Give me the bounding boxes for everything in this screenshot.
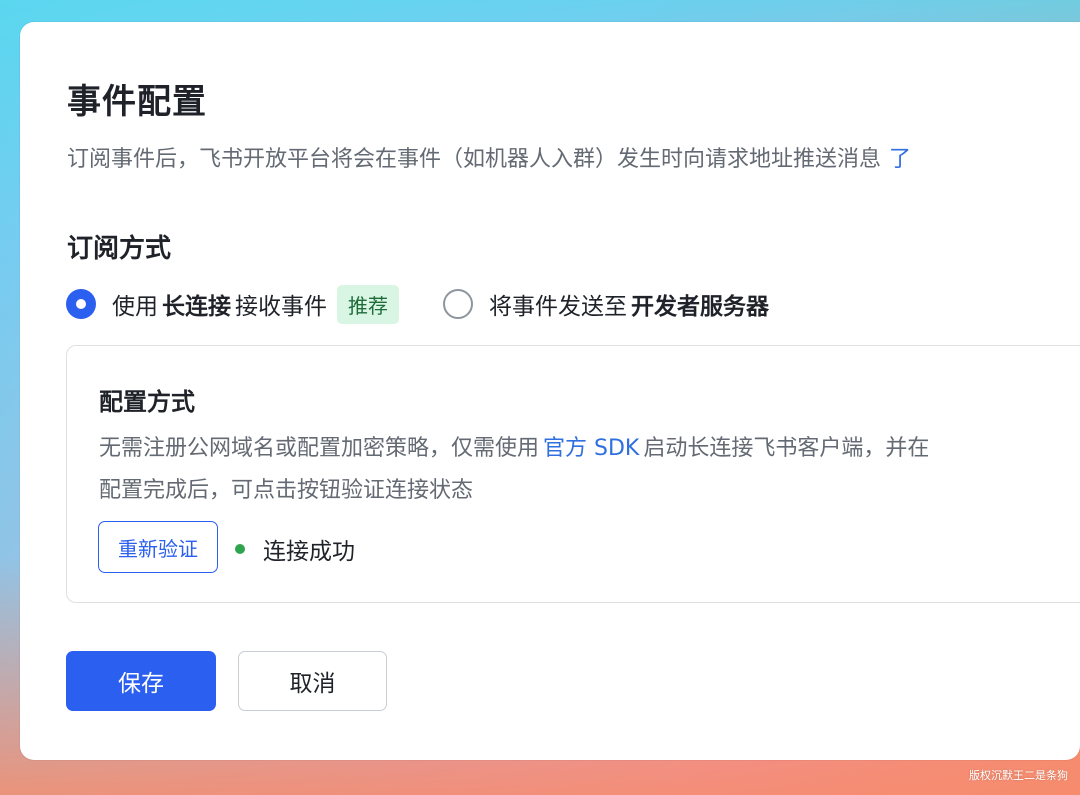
option-suffix: 接收事件 (235, 294, 327, 320)
option-prefix: 将事件发送至 (489, 294, 627, 320)
description-part: 无需注册公网域名或配置加密策略，仅需使用 (99, 436, 540, 461)
option-bold: 长连接 (162, 294, 231, 320)
radio-long-connection-label: 使用 长连接 接收事件 (112, 287, 327, 321)
config-method-hint: 配置完成后，可点击按钮验证连接状态 (99, 478, 474, 503)
radio-developer-server-label: 将事件发送至 开发者服务器 (489, 287, 773, 321)
connection-status: 连接成功 (235, 532, 355, 566)
description-text: 订阅事件后，飞书开放平台将会在事件（如机器人入群）发生时向请求地址推送消息 (67, 147, 882, 172)
radio-developer-server[interactable]: 将事件发送至 开发者服务器 (443, 287, 773, 321)
subscription-section-title: 订阅方式 (67, 234, 172, 264)
event-config-card: 事件配置 订阅事件后，飞书开放平台将会在事件（如机器人入群）发生时向请求地址推送… (20, 22, 1080, 760)
option-bold: 开发者服务器 (631, 294, 769, 320)
config-method-title: 配置方式 (99, 388, 195, 416)
page-title: 事件配置 (67, 82, 207, 122)
reverify-button[interactable]: 重新验证 (98, 521, 218, 573)
save-button[interactable]: 保存 (66, 651, 216, 711)
watermark: 版权沉默王二是条狗 (969, 769, 1068, 782)
radio-long-connection[interactable]: 使用 长连接 接收事件 推荐 (66, 284, 399, 324)
option-prefix: 使用 (112, 294, 158, 320)
config-method-description: 无需注册公网域名或配置加密策略，仅需使用 官方 SDK 启动长连接飞书客户端，并在 (99, 430, 929, 462)
description-part: 启动长连接飞书客户端，并在 (643, 436, 930, 461)
radio-checked-icon[interactable] (66, 289, 96, 319)
config-method-panel: 配置方式 无需注册公网域名或配置加密策略，仅需使用 官方 SDK 启动长连接飞书客户… (66, 345, 1080, 603)
radio-unchecked-icon[interactable] (443, 289, 473, 319)
page-description: 订阅事件后，飞书开放平台将会在事件（如机器人入群）发生时向请求地址推送消息了 (67, 141, 911, 173)
background-frame: 事件配置 订阅事件后，飞书开放平台将会在事件（如机器人入群）发生时向请求地址推送… (0, 0, 1080, 795)
status-text: 连接成功 (263, 539, 355, 565)
recommended-badge: 推荐 (337, 284, 399, 324)
subscription-radio-group: 使用 长连接 接收事件 推荐 将事件发送至 开发者服务器 (66, 284, 773, 324)
cancel-button[interactable]: 取消 (238, 651, 387, 711)
learn-more-link[interactable]: 了 (889, 147, 911, 172)
status-dot-icon (235, 544, 245, 554)
official-sdk-link[interactable]: 官方 SDK (543, 436, 639, 461)
